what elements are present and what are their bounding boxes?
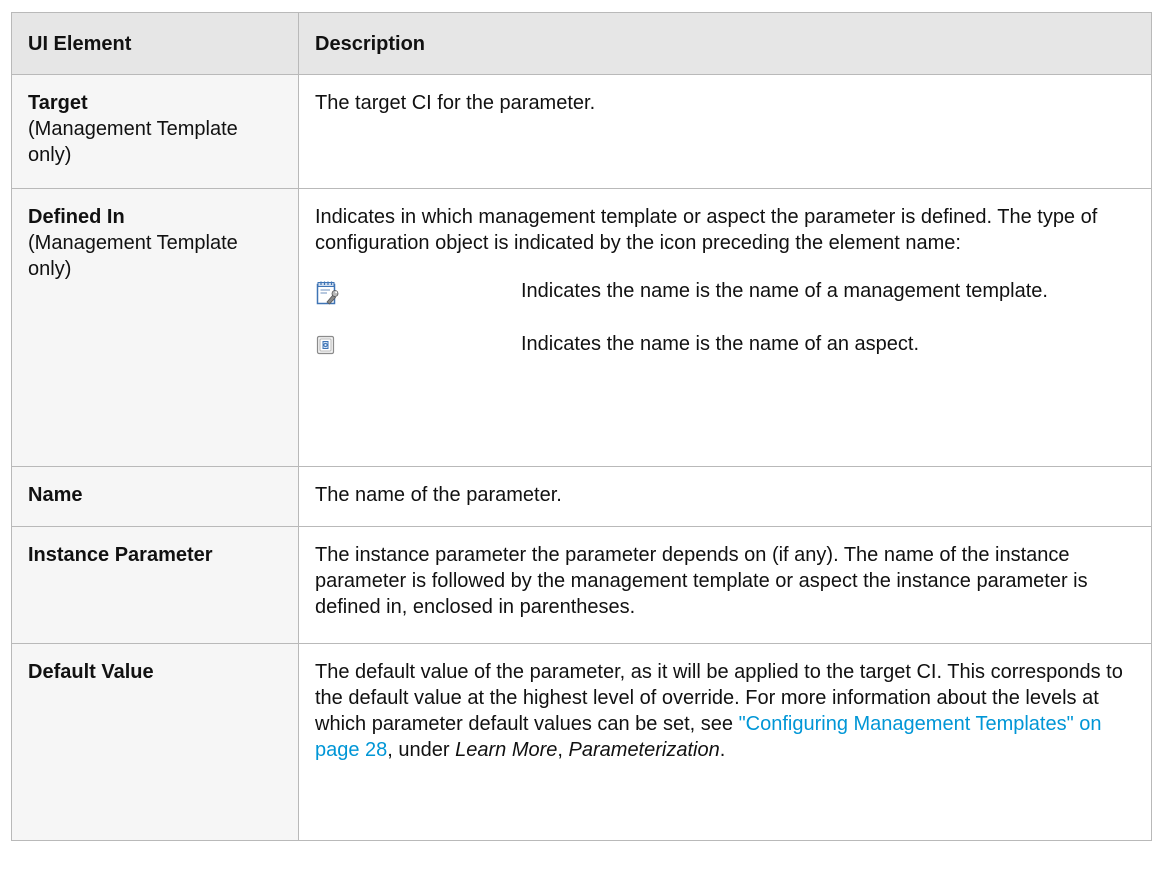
description-comma: , — [557, 739, 563, 761]
description-cell: The target CI for the parameter. — [298, 74, 1152, 189]
table-row: Target (Management Template only) The ta… — [11, 74, 1152, 189]
learn-more-text: Learn More — [455, 739, 558, 761]
description-end: . — [719, 739, 726, 761]
description-cell: The default value of the parameter, as i… — [298, 643, 1152, 841]
description-text-middle: , under — [387, 739, 456, 761]
element-name: Instance Parameter — [28, 544, 213, 566]
parameterization-text: Parameterization — [568, 739, 720, 761]
element-cell: Default Value — [11, 643, 299, 841]
description-cell: The name of the parameter. — [298, 466, 1152, 527]
icon-legend-item: Indicates the name is the name of a mana… — [315, 278, 1135, 313]
column-header-ui-element: UI Element — [11, 12, 299, 75]
element-cell: Instance Parameter — [11, 526, 299, 644]
table-row: Name The name of the parameter. — [11, 466, 1152, 527]
icon-legend-text: Indicates the name is the name of a mana… — [521, 280, 1048, 302]
description-text: The instance parameter the parameter dep… — [315, 544, 1088, 618]
description-cell: Indicates in which management template o… — [298, 188, 1152, 467]
ui-element-table: UI Element Description Target (Managemen… — [11, 12, 1152, 841]
table-row: Default Value The default value of the p… — [11, 643, 1152, 841]
description-text: The target CI for the parameter. — [315, 92, 596, 114]
element-note: (Management Template only) — [28, 118, 238, 166]
element-name: Target — [28, 92, 88, 114]
aspect-icon — [315, 335, 337, 361]
icon-legend-text: Indicates the name is the name of an asp… — [521, 333, 920, 355]
table-header-row: UI Element Description — [11, 12, 1152, 75]
column-header-description: Description — [298, 12, 1152, 75]
element-name: Defined In — [28, 206, 125, 228]
icon-legend: Indicates the name is the name of a mana… — [315, 278, 1135, 363]
element-cell: Target (Management Template only) — [11, 74, 299, 189]
element-name: Name — [28, 484, 83, 506]
table-row: Defined In (Management Template only) In… — [11, 188, 1152, 467]
element-name: Default Value — [28, 661, 154, 683]
element-cell: Defined In (Management Template only) — [11, 188, 299, 467]
element-note: (Management Template only) — [28, 232, 238, 280]
management-template-icon — [315, 281, 340, 311]
page: UI Element Description Target (Managemen… — [0, 0, 1162, 871]
icon-legend-item: Indicates the name is the name of an asp… — [315, 331, 1135, 363]
description-cell: The instance parameter the parameter dep… — [298, 526, 1152, 644]
element-cell: Name — [11, 466, 299, 527]
description-text: Indicates in which management template o… — [315, 206, 1098, 254]
description-text: The name of the parameter. — [315, 484, 562, 506]
table-row: Instance Parameter The instance paramete… — [11, 526, 1152, 644]
